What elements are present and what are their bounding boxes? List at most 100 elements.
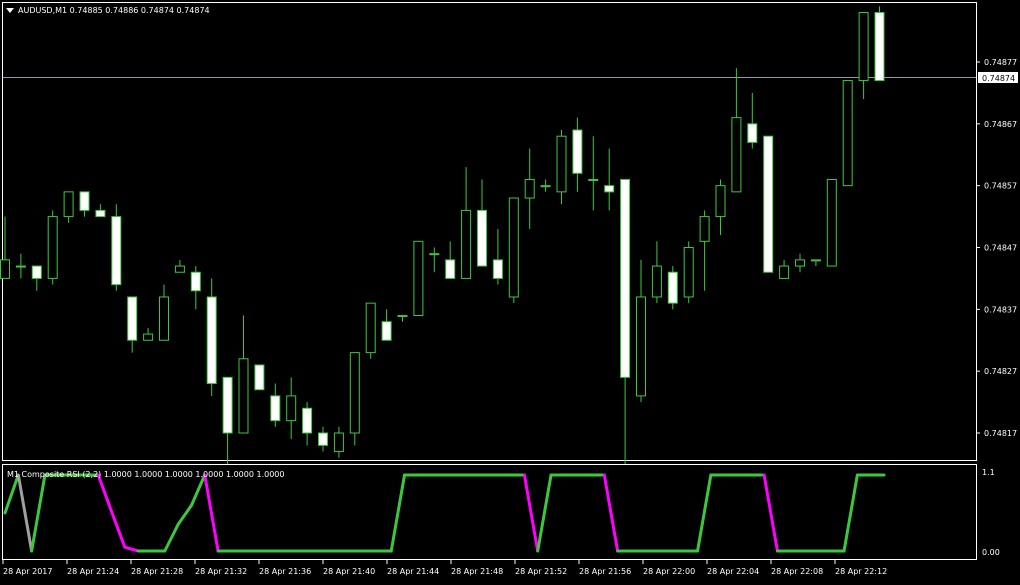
candle-body	[95, 209, 106, 218]
time-label: 28 Apr 21:24	[67, 567, 119, 576]
candle-body	[318, 432, 328, 446]
candle	[349, 352, 360, 446]
candle-body	[143, 333, 154, 341]
rsi-segment	[189, 473, 207, 507]
candle-body	[397, 315, 408, 318]
chart-window[interactable]: AUDUSD,M1 0.74885 0.74886 0.74874 0.7487…	[0, 0, 1020, 581]
candle-body	[127, 296, 138, 341]
candle	[254, 364, 265, 391]
candle	[159, 284, 169, 341]
candle-body	[461, 209, 472, 279]
candle	[636, 259, 646, 403]
candle-body	[159, 296, 169, 341]
candle	[143, 327, 154, 341]
candle-body	[0, 259, 10, 279]
rsi-segment	[163, 522, 180, 553]
rsi-segment	[123, 545, 140, 553]
price-label: 0.74827	[984, 367, 1017, 376]
time-label: 28 Apr 21:28	[131, 567, 183, 576]
dropdown-triangle-icon[interactable]	[6, 8, 14, 13]
candle-body	[874, 12, 885, 82]
rsi-line	[3, 473, 886, 553]
rsi-segment	[696, 473, 713, 553]
candle-body	[445, 259, 456, 279]
rsi-segment	[522, 473, 540, 553]
candle	[683, 241, 694, 304]
candle	[31, 265, 42, 291]
candle	[0, 216, 10, 279]
candle	[190, 266, 201, 310]
candle-body	[715, 185, 726, 218]
candle-body	[826, 178, 837, 267]
candle	[604, 148, 615, 211]
candle-body	[747, 123, 758, 143]
price-label: 0.74837	[984, 305, 1017, 314]
candle	[524, 148, 535, 229]
rsi-segment	[110, 509, 127, 549]
candle	[763, 135, 774, 273]
rsi-segment	[762, 473, 779, 553]
candle-body	[572, 129, 583, 174]
rsi-segment	[30, 473, 47, 553]
time-label: 28 Apr 21:32	[195, 567, 247, 576]
candle	[556, 130, 567, 205]
candle	[63, 191, 74, 223]
candle-body	[190, 271, 201, 292]
chart-canvas[interactable]: AUDUSD,M1 0.74885 0.74886 0.74874 0.7487…	[0, 0, 1020, 581]
candle	[699, 210, 710, 291]
candle-body	[683, 247, 694, 298]
candle-body	[365, 302, 376, 354]
candle	[413, 240, 424, 317]
time-label: 28 Apr 21:56	[579, 567, 631, 576]
candle	[651, 241, 662, 304]
candle	[795, 253, 805, 273]
price-axis: 0.74877 0.74867 0.74857 0.74847 0.74837 0.748…	[976, 58, 1017, 438]
candle	[15, 253, 26, 279]
candle-body	[636, 296, 646, 397]
candle	[810, 259, 821, 267]
time-label: 28 Apr 21:44	[387, 567, 439, 576]
candle-body	[604, 185, 615, 193]
time-label: 28 Apr 22:00	[643, 567, 695, 576]
candle-body	[429, 253, 440, 256]
candle-body	[333, 432, 344, 453]
candle	[79, 191, 90, 217]
candle	[238, 315, 249, 434]
candle-body	[556, 135, 567, 193]
candle	[540, 179, 551, 192]
indicator-title: M1 Composite RSI (2,2) 1.0000 1.0000 1.0…	[7, 470, 285, 479]
candle-body	[79, 191, 90, 211]
candle	[588, 136, 599, 211]
candle	[318, 426, 328, 452]
candle	[874, 6, 885, 82]
candle	[397, 315, 408, 322]
candle-body	[810, 259, 821, 262]
candle-body	[763, 135, 774, 273]
candle-body	[174, 265, 185, 273]
candle-body	[238, 358, 249, 434]
time-label: 28 Apr 21:48	[451, 567, 503, 576]
candle-body	[381, 321, 392, 341]
candle	[206, 278, 217, 396]
rsi-segment	[3, 473, 20, 515]
price-label: 0.74857	[984, 182, 1017, 191]
candle	[731, 68, 742, 193]
price-label: 0.74877	[984, 58, 1017, 67]
candle	[302, 402, 313, 446]
rsi-segment	[842, 473, 859, 553]
candle-body	[302, 407, 313, 434]
candle-body	[111, 216, 122, 286]
candle-body	[47, 216, 58, 279]
candle-body	[15, 265, 26, 268]
candle-body	[349, 352, 360, 434]
candle	[508, 197, 519, 304]
symbol-info-text: AUDUSD,M1 0.74885 0.74886 0.74874 0.7487…	[18, 6, 210, 15]
candle	[858, 12, 869, 100]
candle	[747, 92, 758, 149]
candle-body	[31, 265, 42, 279]
candle	[95, 204, 106, 218]
rsi-segment	[389, 473, 407, 553]
price-label: 0.74867	[984, 120, 1017, 129]
candle-body	[699, 216, 710, 242]
candle-body	[842, 80, 853, 187]
